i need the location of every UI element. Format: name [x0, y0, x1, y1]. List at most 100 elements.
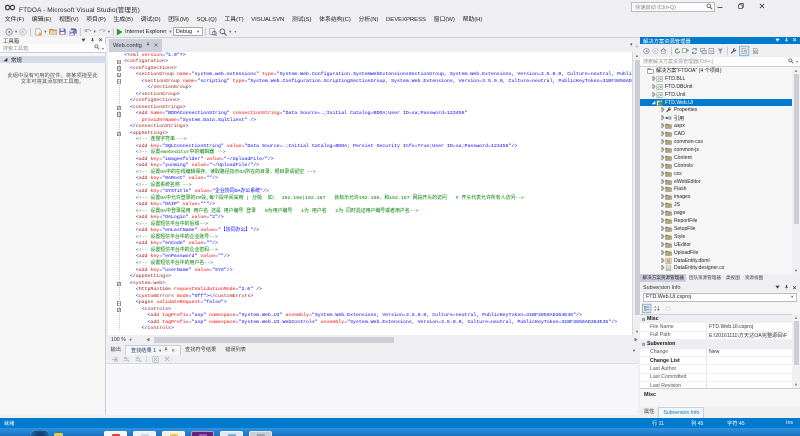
- menu-item-工具T[interactable]: 工具(T): [221, 14, 248, 26]
- menu-item-DEVEXPRESS[interactable]: DEVEXPRESS: [382, 14, 430, 26]
- property-row-Change-List[interactable]: Change List: [640, 357, 792, 366]
- subversion-info-header[interactable]: Subversion Info: [640, 284, 800, 292]
- property-row-Last-Author[interactable]: Last Author: [640, 365, 792, 374]
- tree-item-FTD.DBUnit[interactable]: C FTD.DBUnit: [640, 83, 792, 91]
- menu-item-帮助H[interactable]: 帮助(H): [459, 14, 487, 26]
- clear-all-icon[interactable]: [151, 355, 159, 363]
- pin-icon[interactable]: [784, 284, 788, 292]
- close-icon[interactable]: [792, 38, 797, 44]
- tree-item-SetupFile[interactable]: SetupFile: [640, 225, 792, 233]
- editor-vertical-scrollbar[interactable]: ＋ ▲ ▼: [632, 44, 640, 335]
- window-position-icon[interactable]: [775, 38, 780, 43]
- zoom-selector[interactable]: 100 % ▼: [108, 335, 144, 344]
- tree-item-common-css[interactable]: common-css: [640, 138, 792, 146]
- menu-item-生成B[interactable]: 生成(B): [110, 14, 137, 26]
- scroll-left-icon[interactable]: ◀: [144, 337, 152, 343]
- prev-result-icon[interactable]: [123, 356, 130, 363]
- chevron-down-icon[interactable]: ▾: [15, 29, 17, 35]
- panel-tab-类视图[interactable]: 类视图: [724, 274, 743, 282]
- tab-web-config[interactable]: Web.config: [109, 39, 162, 52]
- close-icon[interactable]: [98, 38, 103, 44]
- save-button[interactable]: [58, 26, 68, 37]
- go-to-location-icon[interactable]: [111, 356, 118, 363]
- menu-item-视图V[interactable]: 视图(V): [55, 14, 82, 26]
- menu-item-项目P[interactable]: 项目(P): [82, 14, 109, 26]
- back-icon[interactable]: [643, 47, 650, 54]
- tree-item-JS[interactable]: JS: [640, 201, 792, 209]
- property-row-Last-Committed[interactable]: Last Committed: [640, 373, 792, 383]
- properties-icon[interactable]: [730, 47, 737, 54]
- tree-item--[interactable]: 引用: [640, 114, 792, 122]
- categorized-icon[interactable]: [642, 303, 652, 313]
- forward-button[interactable]: [18, 26, 28, 37]
- save-all-button[interactable]: [68, 26, 78, 37]
- pending-changes-filter-icon[interactable]: [717, 47, 724, 54]
- toolbox-search-input[interactable]: 搜索工具箱 ▾: [0, 44, 106, 53]
- tree-item-Controls[interactable]: Controls: [640, 162, 792, 170]
- scroll-up-icon[interactable]: ▲: [792, 314, 800, 321]
- close-icon[interactable]: ✕: [171, 346, 175, 355]
- tree-item-images[interactable]: images: [640, 193, 792, 201]
- object-selector-combo[interactable]: FTD.Web.UI.csproj ▼: [643, 293, 797, 302]
- tree-item-Content[interactable]: Content: [640, 154, 792, 162]
- find-in-files-button[interactable]: [218, 26, 228, 37]
- bottom-tab-查找结果 1[interactable]: 查找结果 1 ▾ ✕: [125, 345, 181, 355]
- menu-item-体系结构C[interactable]: 体系结构(C): [315, 14, 354, 26]
- scroll-down-icon[interactable]: ▼: [792, 267, 800, 274]
- tree-item-page[interactable]: page: [640, 209, 792, 217]
- tree-item-CAD[interactable]: CAD: [640, 130, 792, 138]
- menu-item-文件F[interactable]: 文件(F): [1, 14, 28, 26]
- property-row-File-Name[interactable]: File Name FTD.Web.UI.csproj: [640, 323, 792, 332]
- scrollbar-thumb[interactable]: [154, 336, 394, 343]
- panel-tab-资源视图[interactable]: 资源视图: [742, 274, 765, 282]
- preview-selected-icon[interactable]: [752, 47, 759, 54]
- menu-item-SQLQ[interactable]: SQL(Q): [193, 14, 221, 26]
- scrollbar-thumb[interactable]: [793, 321, 799, 365]
- menu-item-团队M[interactable]: 团队(M): [164, 14, 192, 26]
- menu-item-窗口W[interactable]: 窗口(W): [430, 14, 459, 26]
- close-button[interactable]: [754, 0, 770, 12]
- code-text[interactable]: <?xml version="1.0"?> <configuration> <co…: [124, 53, 632, 333]
- tree-item-aspx[interactable]: aspx: [640, 122, 792, 130]
- taskbar-app-1[interactable]: [104, 430, 127, 436]
- quick-launch-input[interactable]: 快速启动 (Ctrl+Q): [631, 2, 715, 12]
- pin-icon[interactable]: [90, 37, 94, 44]
- taskbar-app-5[interactable]: [220, 430, 243, 436]
- window-position-icon[interactable]: ▾: [159, 346, 161, 355]
- taskbar-folder-peek[interactable]: [54, 432, 63, 436]
- redo-button[interactable]: [97, 26, 107, 37]
- panel-tab-团队资源管理器[interactable]: 团队资源管理器: [686, 274, 723, 282]
- minimize-button[interactable]: [712, 0, 728, 12]
- tree-vertical-scrollbar[interactable]: ▲ ▼: [792, 67, 800, 274]
- undo-button[interactable]: [83, 26, 93, 37]
- restore-button[interactable]: [733, 0, 749, 12]
- tree-item-DataEntity.designer.cs[interactable]: C DataEntity.designer.cs: [640, 265, 792, 273]
- panel-tab-Subversion-Info[interactable]: Subversion Info: [658, 407, 705, 418]
- window-position-icon[interactable]: [81, 38, 86, 43]
- solution-configuration-combo[interactable]: Debug ▼: [172, 27, 204, 36]
- nest-icon[interactable]: [699, 47, 707, 54]
- menu-item-测试S[interactable]: 测试(S): [288, 14, 315, 26]
- code-editor[interactable]: <?xml version="1.0"?> <configuration> <co…: [108, 52, 632, 335]
- property-row-Full-Path[interactable]: Full Path E:\20161111\方天达OA完整源码\F: [640, 331, 792, 341]
- scrollbar-thumb[interactable]: [634, 60, 640, 315]
- start-debugging-button[interactable]: Internet Explorer ▾: [116, 26, 173, 37]
- toolbox-group-general[interactable]: 常规: [0, 56, 106, 64]
- pin-tab-icon[interactable]: [146, 42, 150, 49]
- tree-item--FTDOA-4-[interactable]: 解决方案"FTDOA" (4 个项目): [640, 67, 792, 75]
- tree-item-UEditor[interactable]: UEditor: [640, 241, 792, 249]
- tree-item-css[interactable]: css: [640, 170, 792, 178]
- menu-item-VISUALSVN[interactable]: VISUALSVN: [247, 14, 288, 26]
- start-button[interactable]: [30, 430, 50, 436]
- close-tab-icon[interactable]: [154, 42, 158, 49]
- property-row-Change[interactable]: Change New: [640, 348, 792, 357]
- tree-item-Flash[interactable]: Flash: [640, 186, 792, 194]
- tree-item-UploadFile[interactable]: UploadFile: [640, 249, 792, 257]
- collapse-section-icon[interactable]: ⊟: [640, 342, 647, 347]
- panel-tab-属性[interactable]: 属性: [640, 407, 658, 418]
- taskbar-app-3[interactable]: [162, 430, 185, 436]
- close-icon[interactable]: [792, 285, 797, 291]
- collapse-all-icon[interactable]: [708, 47, 715, 54]
- tree-item-DataEntity.dbml[interactable]: DataEntity.dbml: [640, 257, 792, 265]
- panel-tab-解决方案资源管理器[interactable]: 解决方案资源管理器: [640, 274, 687, 282]
